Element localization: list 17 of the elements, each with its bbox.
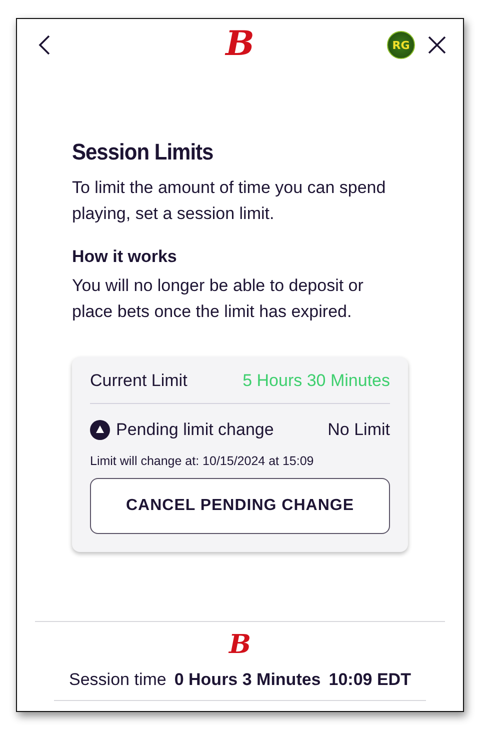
rg-badge[interactable]: RG (387, 31, 415, 59)
intro-text: To limit the amount of time you can spend playing, set a session limit. (72, 177, 387, 225)
pending-limit-value: No Limit (328, 420, 390, 440)
session-duration: 0 Hours 3 Minutes (174, 670, 321, 690)
clock-time: 10:09 EDT (328, 670, 411, 690)
change-date-note: Limit will change at: 10/15/2024 at 15:09 (90, 454, 314, 468)
current-limit-value: 5 Hours 30 Minutes (242, 371, 390, 391)
session-time-label: Session time (69, 670, 166, 690)
brand-logo: B (229, 632, 251, 658)
section-heading: How it works (72, 247, 178, 267)
warning-icon (90, 420, 110, 440)
explanation-text: You will no longer be able to deposit or place bets once the limit has expired. (72, 275, 364, 323)
cancel-pending-change-button[interactable]: CANCEL PENDING CHANGE (90, 478, 390, 534)
pending-change-label: Pending limit change (116, 420, 274, 440)
page-title: Session Limits (72, 140, 214, 166)
brand-logo: B (226, 27, 254, 61)
current-limit-label: Current Limit (90, 371, 188, 391)
